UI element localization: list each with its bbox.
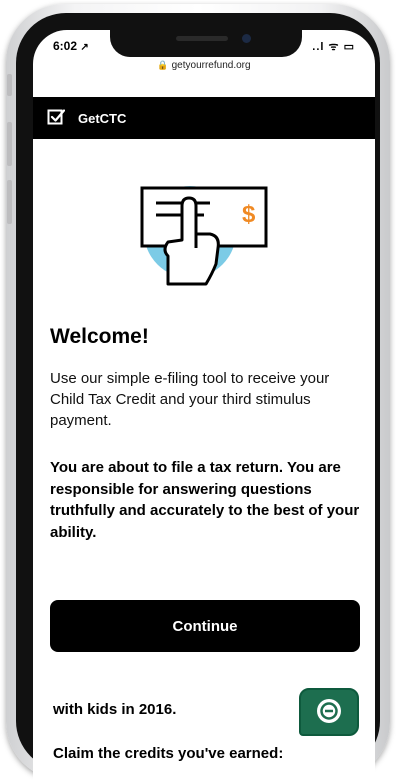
warning-text: You are about to file a tax return. You … bbox=[50, 459, 360, 541]
status-time: 6:02 ↗ bbox=[53, 39, 89, 53]
checkbox-icon bbox=[47, 109, 65, 125]
below-fold-text: with kids in 2016. bbox=[53, 701, 177, 718]
url-text: getyourrefund.org bbox=[171, 60, 251, 71]
brand-name[interactable]: GetCTC bbox=[78, 111, 126, 126]
lock-icon: 🔒 bbox=[157, 60, 169, 70]
hand-holding-check-icon: $ bbox=[140, 186, 268, 286]
page-title: Welcome! bbox=[50, 325, 149, 348]
speaker-grille bbox=[176, 36, 228, 41]
chat-bubble-icon bbox=[317, 699, 341, 723]
svg-text:$: $ bbox=[242, 201, 256, 228]
chat-button[interactable] bbox=[299, 688, 359, 736]
mute-switch bbox=[7, 74, 12, 96]
camera-icon bbox=[242, 34, 251, 43]
volume-down-button bbox=[7, 180, 12, 224]
continue-button[interactable]: Continue bbox=[50, 600, 360, 652]
volume-up-button bbox=[7, 122, 12, 166]
app-header: GetCTC bbox=[33, 97, 375, 139]
below-fold-heading: Claim the credits you've earned: bbox=[53, 745, 284, 762]
intro-text: Use our simple e-filing tool to receive … bbox=[50, 370, 330, 429]
phone-notch bbox=[110, 30, 302, 57]
status-indicators: ..l ᯤ ▭ bbox=[312, 41, 355, 53]
phone-screen: 6:02 ↗ ..l ᯤ ▭ 🔒 getyourrefund.org GetCTC… bbox=[33, 30, 375, 782]
address-bar[interactable]: 🔒 getyourrefund.org bbox=[33, 60, 375, 80]
